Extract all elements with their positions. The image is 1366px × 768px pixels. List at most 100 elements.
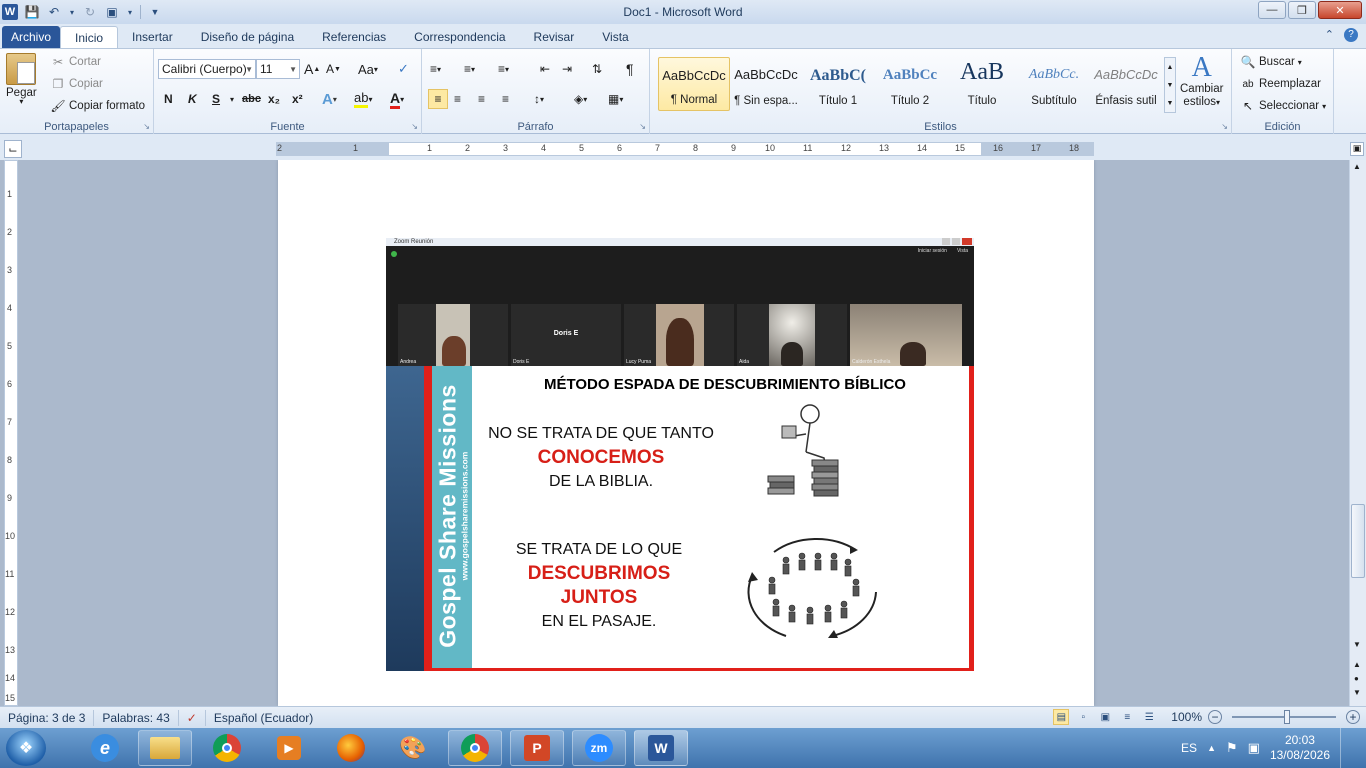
format-painter-button[interactable]: 🖌 Copiar formato — [50, 98, 145, 114]
vertical-ruler[interactable]: 1 2 3 4 5 6 7 8 9 10 11 12 13 14 15 — [4, 160, 18, 706]
page-count[interactable]: Página: 3 de 3 — [0, 709, 95, 726]
numbering-icon[interactable]: ≡ ▾ — [464, 59, 475, 79]
superscript-button[interactable]: x² — [292, 89, 303, 109]
taskbar-paint[interactable]: 🎨 — [386, 730, 440, 766]
highlight-icon[interactable]: ab ▾ — [354, 89, 372, 109]
taskbar-chrome[interactable] — [200, 730, 254, 766]
style-no-spacing[interactable]: AaBbCcDc ¶ Sin espa... — [730, 57, 802, 111]
proofing-icon[interactable]: ✓ — [179, 709, 206, 726]
font-name-combo[interactable]: Calibri (Cuerpo) ▼ — [158, 59, 256, 79]
style-title[interactable]: AaB Título — [946, 57, 1018, 111]
print-layout-view-icon[interactable]: ▤ — [1053, 709, 1070, 725]
taskbar-zoom[interactable]: zm — [572, 730, 626, 766]
previous-page-icon[interactable]: ▲ — [1353, 660, 1361, 669]
text-effects-icon[interactable]: A ▾ — [322, 89, 337, 109]
align-center-icon[interactable]: ≡ — [454, 89, 461, 109]
taskbar-word[interactable]: W — [634, 730, 688, 766]
zoom-out-icon[interactable]: − — [1208, 710, 1222, 724]
scroll-down-icon[interactable]: ▼ — [1353, 640, 1361, 649]
show-hidden-icons-icon[interactable]: ▲ — [1207, 743, 1216, 753]
taskbar-chrome-2[interactable] — [448, 730, 502, 766]
select-button[interactable]: ↖ Seleccionar ▾ — [1240, 98, 1326, 114]
start-button[interactable]: ❖ — [6, 730, 46, 766]
taskbar-powerpoint[interactable]: P — [510, 730, 564, 766]
scrollbar-thumb[interactable] — [1351, 504, 1365, 578]
tab-references[interactable]: Referencias — [308, 26, 400, 48]
taskbar-ie[interactable]: e — [78, 730, 132, 766]
tab-page-layout[interactable]: Diseño de página — [187, 26, 308, 48]
taskbar-explorer[interactable] — [138, 730, 192, 766]
styles-launcher-icon[interactable]: ↘ — [1221, 122, 1228, 131]
undo-dropdown-icon[interactable]: ▾ — [68, 4, 76, 20]
draft-view-icon[interactable]: ☰ — [1141, 709, 1157, 725]
action-center-icon[interactable]: ⚑ — [1226, 740, 1238, 756]
customize-qat-icon[interactable]: ▼ — [147, 4, 163, 20]
close-button[interactable]: ✕ — [1318, 1, 1362, 19]
print-layout-icon[interactable]: ▣ — [104, 4, 120, 20]
tab-selector-icon[interactable]: ⌙ — [4, 140, 22, 158]
clipboard-launcher-icon[interactable]: ↘ — [143, 122, 150, 131]
clear-format-icon[interactable]: ✓ — [398, 59, 409, 79]
change-case-button[interactable]: Aa ▾ — [358, 59, 378, 79]
tab-view[interactable]: Vista — [588, 26, 642, 48]
align-right-icon[interactable]: ≡ — [478, 89, 485, 109]
strikethrough-button[interactable]: abc — [242, 89, 261, 109]
view-ruler-icon[interactable]: ▣ — [1350, 142, 1364, 156]
multilevel-list-icon[interactable]: ≡ ▾ — [498, 59, 509, 79]
word-count[interactable]: Palabras: 43 — [94, 709, 179, 726]
zoom-slider-knob[interactable] — [1284, 710, 1290, 724]
shrink-font-button[interactable]: A ▼ — [326, 59, 341, 79]
align-left-icon[interactable]: ≡ — [428, 89, 448, 109]
style-heading-1[interactable]: AaBbC( Título 1 — [802, 57, 874, 111]
change-styles-button[interactable]: A Cambiar estilos▾ — [1180, 53, 1223, 109]
underline-button[interactable]: S — [212, 89, 220, 109]
word-app-icon[interactable]: W — [2, 4, 18, 20]
find-button[interactable]: 🔍 Buscar ▾ — [1240, 54, 1302, 70]
replace-button[interactable]: ab Reemplazar — [1240, 76, 1321, 92]
subscript-button[interactable]: x₂ — [268, 89, 280, 109]
grow-font-button[interactable]: A ▲ — [304, 59, 320, 79]
restore-button[interactable]: ❐ — [1288, 1, 1316, 19]
paste-button[interactable]: Pegar ▾ — [6, 53, 37, 106]
justify-icon[interactable]: ≡ — [502, 89, 509, 109]
copy-button[interactable]: ❐ Copiar — [50, 76, 103, 92]
undo-icon[interactable]: ↶ — [46, 4, 62, 20]
help-icon[interactable]: ? — [1344, 28, 1358, 42]
minimize-button[interactable]: — — [1258, 1, 1286, 19]
sort-icon[interactable]: ⇅ — [592, 59, 602, 79]
taskbar-media-player[interactable]: ▶ — [262, 730, 316, 766]
taskbar-firefox[interactable] — [324, 730, 378, 766]
style-heading-2[interactable]: AaBbCc Título 2 — [874, 57, 946, 111]
italic-button[interactable]: K — [188, 89, 197, 109]
network-icon[interactable]: ▣ — [1248, 740, 1260, 756]
bold-button[interactable]: N — [164, 89, 173, 109]
embedded-zoom-image[interactable]: Zoom Reunión Iniciar sesión Vista Andrea… — [386, 238, 974, 671]
horizontal-ruler[interactable]: 2 1 1 2 3 4 5 6 7 8 9 10 11 12 13 14 15 … — [276, 142, 1094, 156]
style-subtitle[interactable]: AaBbCc. Subtítulo — [1018, 57, 1090, 111]
tab-review[interactable]: Revisar — [520, 26, 589, 48]
cut-button[interactable]: ✂ Cortar — [50, 54, 101, 70]
font-color-icon[interactable]: A ▾ — [390, 89, 404, 109]
font-size-combo[interactable]: 11 ▼ — [256, 59, 300, 79]
zoom-slider[interactable] — [1232, 710, 1336, 724]
zoom-level[interactable]: 100% — [1171, 710, 1202, 724]
tab-file[interactable]: Archivo — [2, 26, 61, 48]
scroll-up-icon[interactable]: ▲ — [1353, 162, 1361, 171]
next-page-icon[interactable]: ▼ — [1353, 688, 1361, 697]
outline-view-icon[interactable]: ≡ — [1119, 709, 1135, 725]
style-normal[interactable]: AaBbCcDc ¶ Normal — [658, 57, 730, 111]
clock[interactable]: 20:03 13/08/2026 — [1270, 733, 1330, 763]
show-desktop-button[interactable] — [1340, 728, 1354, 768]
tab-mailings[interactable]: Correspondencia — [400, 26, 519, 48]
select-browse-object-icon[interactable]: ● — [1354, 674, 1359, 683]
bullets-icon[interactable]: ≡ ▾ — [430, 59, 441, 79]
redo-icon[interactable]: ↻ — [82, 4, 98, 20]
paragraph-launcher-icon[interactable]: ↘ — [639, 122, 646, 131]
line-spacing-icon[interactable]: ↕ ▾ — [534, 89, 544, 109]
vertical-scrollbar[interactable]: ▲ ▼ ▲ ● ▼ — [1349, 160, 1366, 706]
tab-home[interactable]: Inicio — [60, 26, 119, 48]
zoom-in-icon[interactable]: + — [1346, 710, 1360, 724]
font-launcher-icon[interactable]: ↘ — [411, 122, 418, 131]
tab-insert[interactable]: Insertar — [118, 26, 187, 48]
document-page[interactable]: Zoom Reunión Iniciar sesión Vista Andrea… — [278, 160, 1094, 706]
